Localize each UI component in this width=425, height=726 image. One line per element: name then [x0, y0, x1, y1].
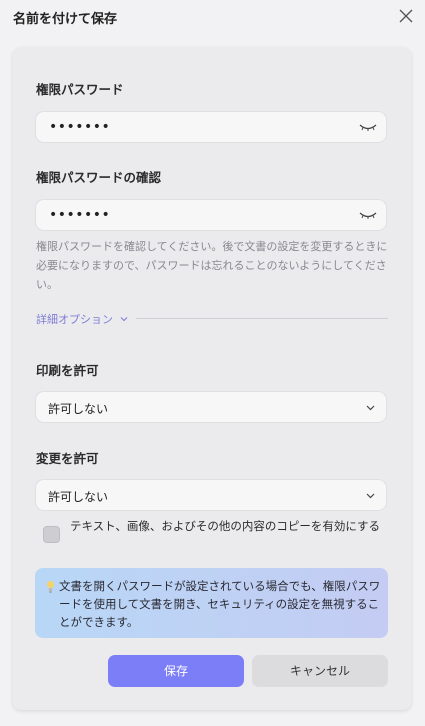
permission-password-field[interactable]: •••••••: [35, 111, 387, 143]
change-permission-select[interactable]: 許可しない: [35, 479, 387, 511]
save-button[interactable]: 保存: [108, 655, 244, 687]
advanced-options-label: 詳細オプション: [36, 313, 113, 326]
copy-permission-checkbox[interactable]: [43, 526, 60, 543]
confirm-password-label: 権限パスワードの確認: [36, 170, 162, 185]
dialog-titlebar: 名前を付けて保存: [0, 0, 425, 36]
chevron-down-icon: [366, 405, 375, 411]
cancel-button[interactable]: キャンセル: [252, 655, 388, 687]
change-permission-label: 変更を許可: [36, 451, 99, 466]
close-icon[interactable]: [397, 7, 415, 25]
dialog-title: 名前を付けて保存: [13, 12, 118, 27]
chevron-down-icon: [120, 317, 127, 322]
chevron-down-icon: [366, 493, 375, 499]
info-text: 文書を開くパスワードが設定されている場合でも、権限パスワードを使用して文書を開き…: [59, 579, 381, 629]
change-permission-value: 許可しない: [48, 490, 109, 504]
eye-closed-icon[interactable]: [358, 210, 378, 222]
lightbulb-icon: [46, 580, 55, 593]
settings-panel: 権限パスワード ••••••• 権限パスワードの確認 ••••••• 権限パスワ…: [13, 48, 411, 710]
confirm-password-field[interactable]: •••••••: [35, 199, 387, 231]
permission-password-label: 権限パスワード: [36, 82, 124, 97]
copy-permission-label: テキスト、画像、およびその他の内容のコピーを有効にする: [70, 519, 381, 533]
print-permission-value: 許可しない: [48, 402, 109, 416]
confirm-password-value: •••••••: [49, 207, 111, 223]
print-permission-select[interactable]: 許可しない: [35, 391, 387, 423]
info-box: 文書を開くパスワードが設定されている場合でも、権限パスワードを使用して文書を開き…: [35, 568, 388, 638]
section-divider: [136, 318, 388, 319]
eye-closed-icon[interactable]: [358, 122, 378, 134]
print-permission-label: 印刷を許可: [36, 363, 99, 378]
advanced-options-toggle[interactable]: 詳細オプション: [36, 311, 128, 327]
permission-password-value: •••••••: [49, 119, 111, 135]
password-help-text: 権限パスワードを確認してください。後で文書の設定を変更するときに必要になりますの…: [36, 240, 388, 291]
